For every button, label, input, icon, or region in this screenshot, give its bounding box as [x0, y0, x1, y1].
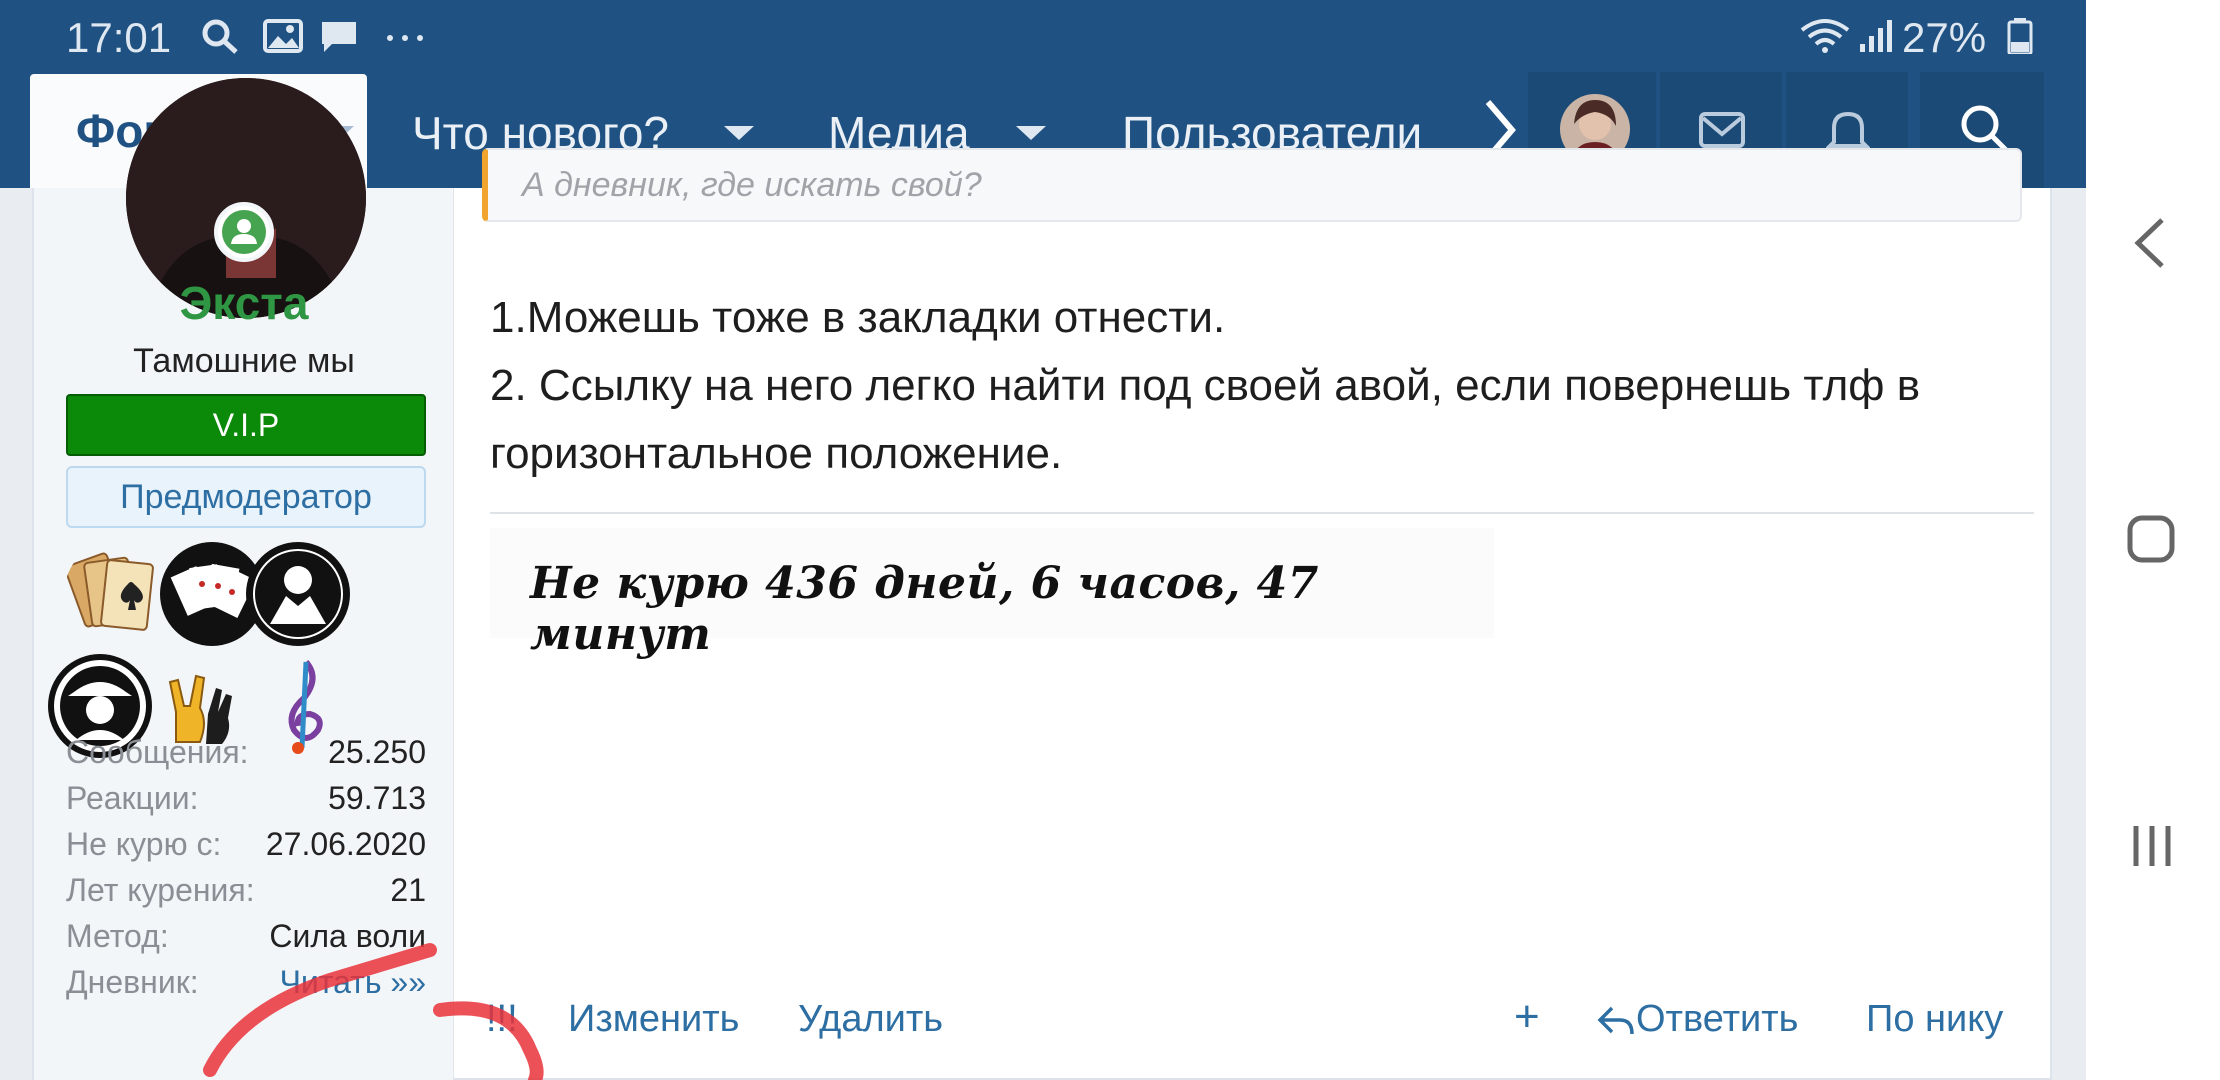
stat-quit-date: Не курю с: 27.06.2020 — [66, 826, 426, 862]
signature-divider — [490, 512, 2034, 514]
more-dots-icon — [387, 35, 423, 41]
vip-banner: V.I.P — [66, 394, 426, 456]
online-status-icon — [214, 202, 274, 262]
signature-counter-image: Не курю 436 дней, 6 часов, 47 минут — [490, 528, 1494, 660]
post-line-1: 1.Можешь тоже в закладки отнести. — [490, 293, 1226, 342]
signature-counter-text: Не курю 436 дней, 6 часов, 47 минут — [530, 558, 1319, 660]
chat-icon — [322, 22, 356, 52]
quote-text: А дневник, где искать свой? — [522, 166, 982, 204]
stat-messages: Сообщения: 25.250 — [66, 734, 426, 770]
app-screen: 17:01 27% Что нового? Медиа Пользователи… — [0, 0, 2086, 1080]
edit-link[interactable]: Изменить — [568, 998, 739, 1041]
battery-percent: 27% — [1902, 14, 1987, 61]
android-nav-bar — [2086, 0, 2220, 1080]
back-icon[interactable] — [2130, 216, 2170, 270]
username[interactable]: Экста — [34, 276, 454, 330]
signal-icon — [1860, 20, 1892, 52]
quote-block: А дневник, где искать свой? — [482, 148, 2022, 222]
multiquote-add-button[interactable]: + — [1514, 992, 1540, 1042]
cards-icon[interactable] — [64, 540, 172, 648]
image-icon — [263, 19, 303, 53]
post-line-2: 2. Ссылку на него легко найти под своей … — [490, 361, 1921, 478]
stat-years-smoking: Лет курения: 21 — [66, 872, 426, 908]
red-annotation-scribble — [203, 943, 544, 1080]
wifi-icon — [1800, 19, 1850, 53]
role-banner: Предмодератор — [66, 466, 426, 528]
hands-icon[interactable] — [244, 540, 352, 648]
delete-link[interactable]: Удалить — [798, 998, 943, 1041]
reply-link[interactable]: Ответить — [1636, 998, 1798, 1041]
status-bar: 17:01 27% — [0, 0, 2086, 72]
chevron-down-icon[interactable] — [1016, 126, 1046, 140]
mention-by-nick-link[interactable]: По нику — [1866, 998, 2003, 1041]
status-time: 17:01 — [66, 14, 172, 61]
reply-icon[interactable] — [1596, 1004, 1634, 1038]
battery-icon — [2007, 18, 2033, 54]
recent-apps-icon[interactable] — [2128, 822, 2176, 870]
mail-icon — [1699, 112, 1745, 148]
post-body: 1.Можешь тоже в закладки отнести. 2. Ссы… — [490, 284, 2030, 488]
user-title: Тамошние мы — [133, 342, 355, 380]
stat-reactions: Реакции: 59.713 — [66, 780, 426, 816]
bell-icon — [1826, 111, 1870, 154]
home-icon[interactable] — [2126, 514, 2176, 564]
chevron-down-icon[interactable] — [724, 126, 754, 140]
search-icon — [202, 19, 238, 54]
